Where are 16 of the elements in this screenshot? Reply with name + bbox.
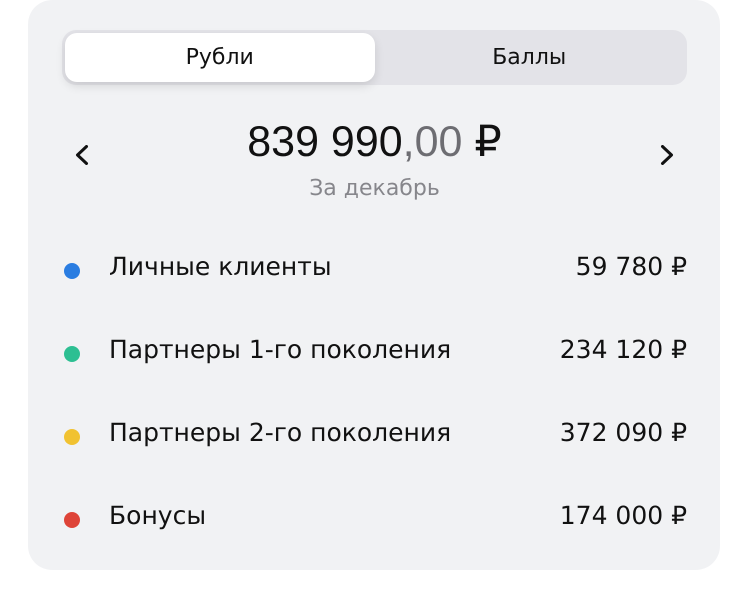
previous-button[interactable] bbox=[75, 145, 89, 165]
category-label: Бонусы bbox=[109, 502, 208, 530]
category-label: Партнеры 1-го поколения bbox=[109, 336, 452, 364]
currency-tab[interactable]: Баллы bbox=[374, 33, 684, 82]
chevron-right-icon bbox=[660, 145, 674, 165]
category-amount: 234 120 ₽ bbox=[560, 336, 687, 364]
currency-tab[interactable]: Рубли bbox=[65, 33, 374, 82]
chevron-left-icon bbox=[75, 145, 89, 165]
category-amount: 174 000 ₽ bbox=[560, 502, 687, 530]
category-amount: 372 090 ₽ bbox=[560, 418, 687, 446]
total-amount: 839 990,00 ₽ bbox=[247, 117, 502, 167]
period-label: За декабрь bbox=[309, 176, 440, 202]
category-label: Партнеры 2-го поколения bbox=[109, 418, 452, 446]
category-label: Личные клиенты bbox=[109, 252, 333, 280]
category-amount: 59 780 ₽ bbox=[576, 252, 687, 280]
next-button[interactable] bbox=[660, 145, 674, 165]
